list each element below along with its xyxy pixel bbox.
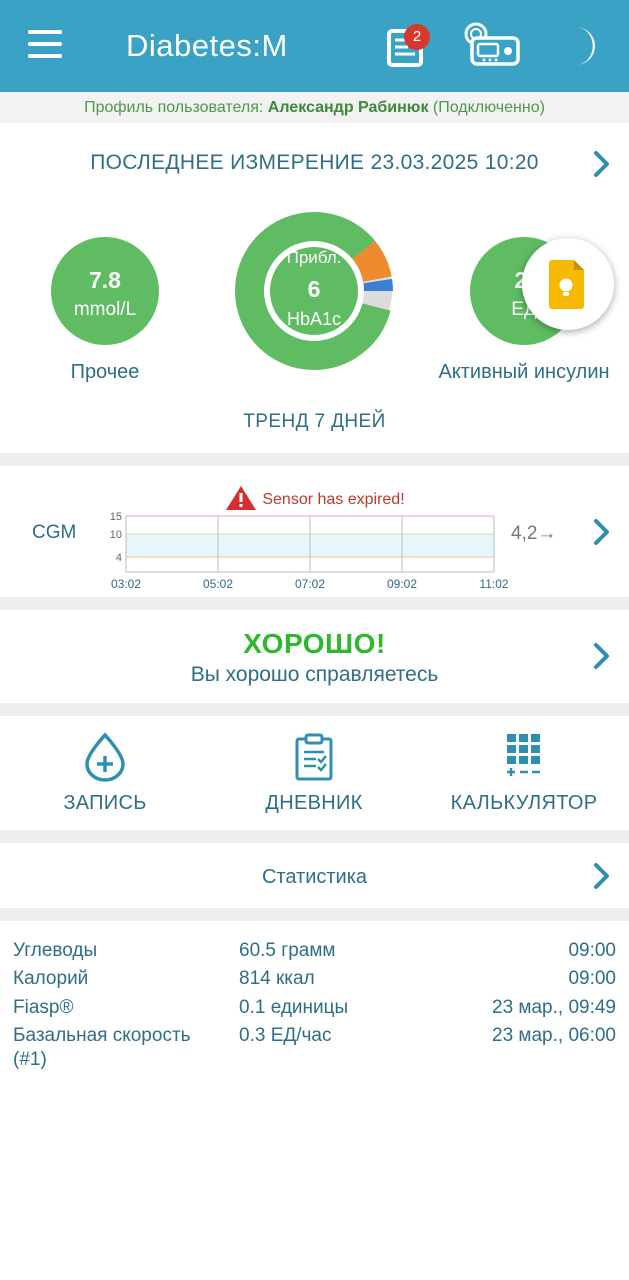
calculator-label: КАЛЬКУЛЯТОР (450, 792, 598, 814)
chevron-right-icon[interactable] (592, 518, 612, 546)
glucose-unit: mmol/L (73, 299, 137, 320)
floating-bubble-button[interactable] (522, 238, 614, 330)
glucose-value: 7.8 (89, 267, 121, 293)
status-title: ХОРОШО! (243, 628, 386, 659)
profile-name: Александр Рабинюк (267, 99, 429, 116)
cgm-y-tick: 10 (110, 529, 122, 541)
bulb-note-icon (549, 260, 584, 309)
chevron-right-icon[interactable] (592, 150, 612, 178)
cgm-x-tick: 03:02 (111, 577, 141, 591)
summary-name: Калорий (13, 968, 89, 989)
daily-summary: Углеводы 60.5 грамм 09:00 Калорий 814 кк… (0, 921, 629, 1280)
summary-name: Углеводы (13, 940, 98, 961)
diary-button[interactable]: ДНЕВНИК (249, 728, 379, 824)
summary-name: Fiasp® (13, 997, 74, 1018)
cgm-last-value: 4,2→ (511, 523, 557, 544)
app-bar: Diabetes:M 2 (0, 0, 629, 92)
chevron-right-icon[interactable] (592, 862, 612, 890)
summary-time: 23 мар., 09:49 (492, 997, 616, 1018)
cgm-warning: Sensor has expired! (0, 484, 629, 512)
summary-time: 09:00 (568, 968, 616, 989)
hba1c-value: 6 (307, 276, 321, 302)
calculator-button[interactable]: КАЛЬКУЛЯТОР (444, 728, 604, 824)
menu-icon[interactable] (28, 30, 64, 60)
summary-name: Базальная скорость (#1) (13, 1025, 191, 1070)
warning-triangle-icon (226, 486, 257, 510)
profile-bar[interactable]: Профиль пользователя: Александр Рабинюк … (0, 92, 629, 123)
summary-time: 09:00 (568, 940, 616, 961)
app-title: Diabetes:M (126, 28, 288, 63)
summary-value: 60.5 грамм (239, 940, 336, 961)
cgm-y-tick: 4 (116, 552, 122, 564)
trend-7-days-label[interactable]: ТРЕНД 7 ДНЕЙ (0, 411, 629, 433)
clipboard-icon (295, 733, 333, 781)
summary-value: 0.1 единицы (239, 997, 349, 1018)
hba1c-prefix: Прибл. (286, 248, 342, 267)
cgm-y-tick: 15 (110, 511, 122, 523)
hba1c-unit: HbA1c (286, 309, 342, 329)
summary-value: 0.3 ЕД/час (239, 1025, 332, 1046)
add-drop-icon (85, 732, 125, 782)
add-entry-label: ЗАПИСЬ (63, 792, 147, 814)
statistics-label: Статистика (261, 866, 368, 888)
last-measurement-title: ПОСЛЕДНЕЕ ИЗМЕРЕНИЕ 23.03.2025 10:20 (90, 151, 539, 174)
notification-badge: 2 (404, 24, 430, 50)
status-subtitle: Вы хорошо справляетесь (190, 663, 439, 686)
pump-icon[interactable] (462, 22, 522, 70)
profile-status: (Подключенно) (432, 99, 545, 116)
diary-label: ДНЕВНИК (265, 792, 363, 814)
night-mode-icon[interactable] (566, 24, 602, 68)
glucose-value-circle[interactable]: 7.8 mmol/L (51, 237, 159, 345)
cgm-x-tick: 05:02 (203, 577, 233, 591)
calculator-icon (507, 734, 540, 776)
cgm-mini-chart[interactable]: 15 10 4 03:02 05:02 07:02 09:02 11:02 (106, 510, 516, 595)
summary-time: 23 мар., 06:00 (492, 1025, 616, 1046)
cgm-x-tick: 07:02 (295, 577, 325, 591)
cgm-x-tick: 09:02 (387, 577, 417, 591)
cgm-warning-text: Sensor has expired! (262, 491, 405, 508)
glucose-category-label: Прочее (70, 361, 140, 383)
chevron-right-icon[interactable] (592, 642, 612, 670)
cgm-x-tick: 11:02 (479, 577, 508, 591)
active-insulin-label: Активный инсулин (438, 361, 610, 383)
add-entry-button[interactable]: ЗАПИСЬ (40, 728, 170, 824)
profile-prefix: Профиль пользователя: (84, 99, 264, 116)
summary-value: 814 ккал (239, 968, 315, 989)
cgm-label: CGM (32, 522, 77, 543)
